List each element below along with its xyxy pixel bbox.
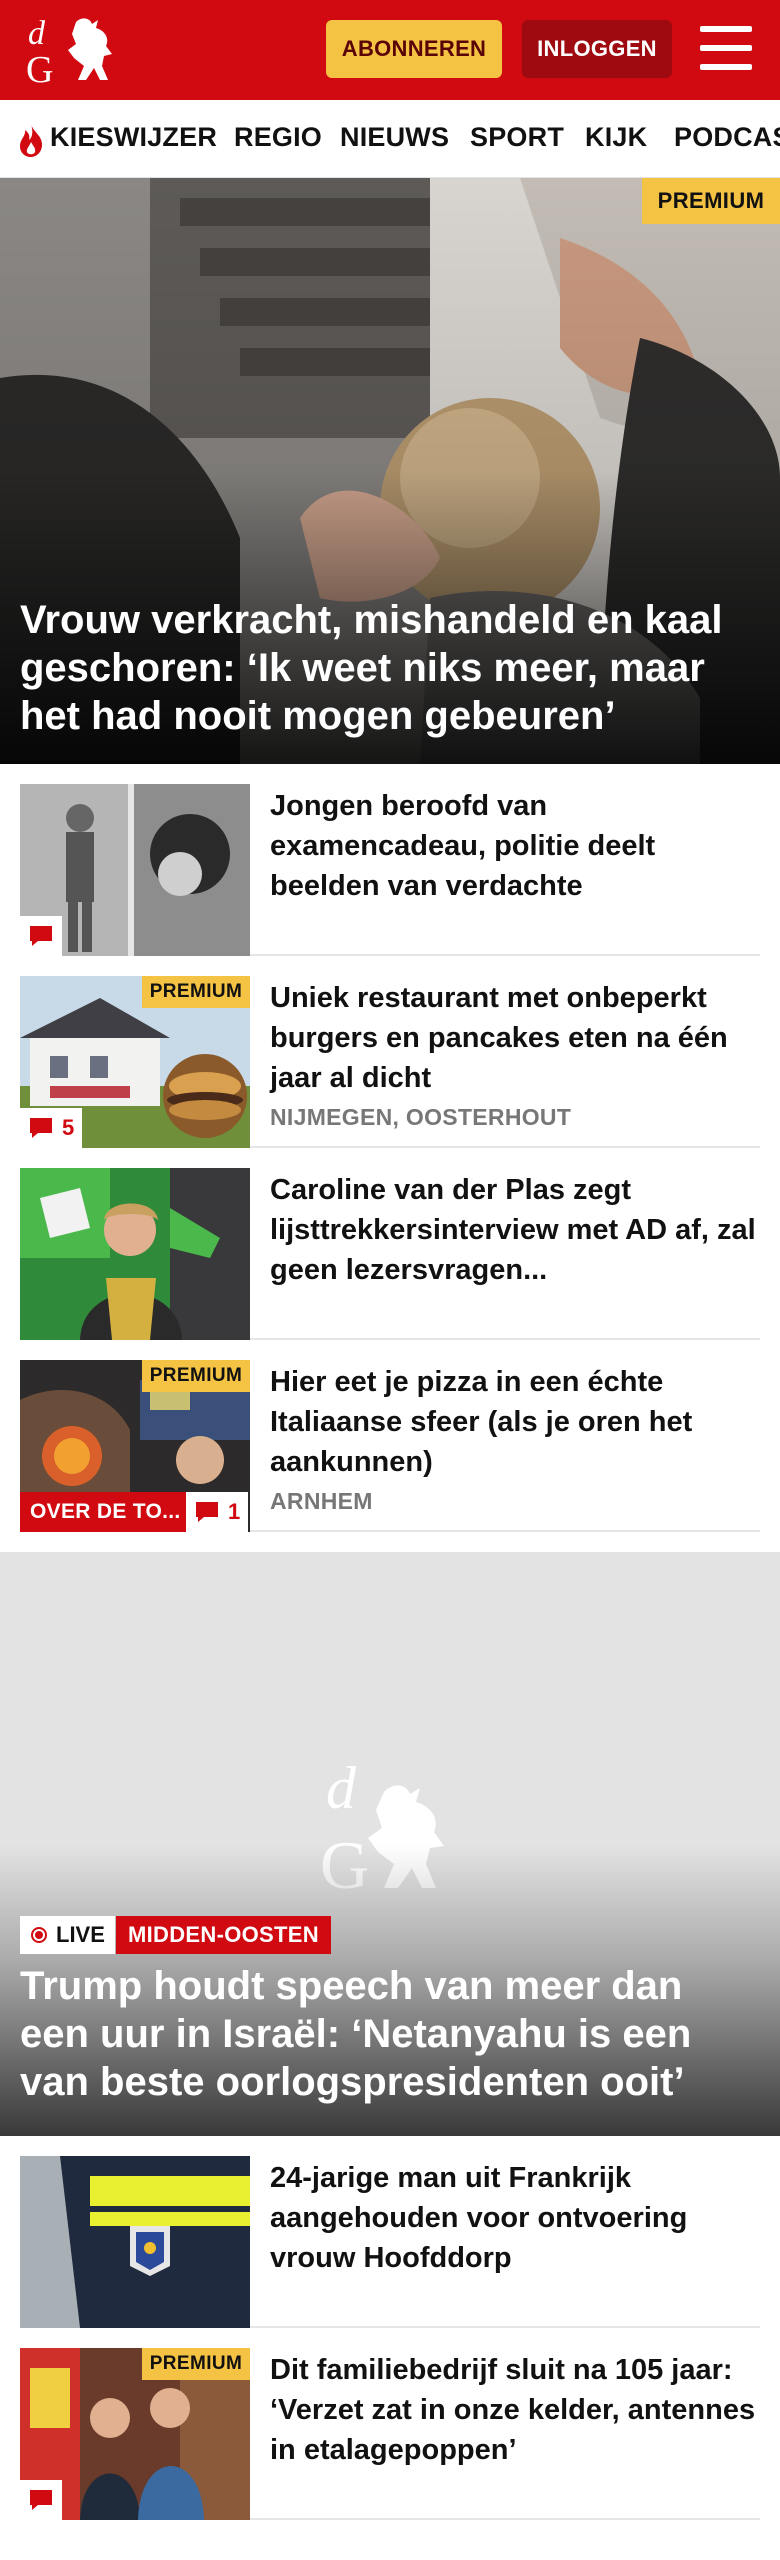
- article-thumbnail: [20, 1168, 250, 1340]
- site-logo[interactable]: d G: [24, 14, 120, 91]
- comment-count: [20, 2480, 62, 2520]
- series-tag: OVER DE TO...: [20, 1492, 186, 1532]
- article-location: NIJMEGEN, OOSTERHOUT: [270, 1104, 572, 1130]
- live-article[interactable]: d G LIVE MIDDEN-OOSTEN Trump houdt speec…: [0, 1552, 780, 2136]
- comment-icon: [196, 1502, 218, 1522]
- comment-icon: [30, 2490, 52, 2510]
- list-item[interactable]: Caroline van der Plas zegt lijsttrekkers…: [20, 1148, 760, 1340]
- live-dot-icon: [31, 1927, 47, 1943]
- flame-icon: [20, 124, 43, 157]
- subscribe-button[interactable]: ABONNEREN: [326, 20, 502, 78]
- premium-badge: PREMIUM: [142, 976, 250, 1008]
- article-title[interactable]: Uniek restaurant met onbeperkt burgers e…: [270, 978, 760, 1098]
- article-title[interactable]: Dit familiebedrijf sluit na 105 jaar: ‘V…: [270, 2350, 760, 2470]
- svg-text:G: G: [26, 49, 53, 88]
- hero-title[interactable]: Vrouw verkracht, mishandeld en kaal gesc…: [20, 596, 760, 740]
- list-item[interactable]: Jongen beroofd van examencadeau, politie…: [20, 764, 760, 956]
- article-title[interactable]: Jongen beroofd van examencadeau, politie…: [270, 786, 760, 906]
- list-item[interactable]: 24-jarige man uit Frankrijk aangehouden …: [20, 2136, 760, 2328]
- site-header: d G ABONNEREN INLOGGEN: [0, 0, 780, 100]
- svg-text:d: d: [28, 15, 46, 52]
- premium-badge: PREMIUM: [642, 178, 780, 224]
- hamburger-menu-icon[interactable]: [700, 26, 752, 70]
- comment-count: [20, 916, 62, 956]
- comment-count-value: 5: [62, 1115, 75, 1140]
- article-thumbnail: PREMIUM: [20, 2348, 250, 2520]
- hero-article[interactable]: PREMIUM Vrouw verkracht, mishandeld en k…: [0, 178, 780, 764]
- live-label: LIVE: [56, 1922, 105, 1947]
- premium-badge: PREMIUM: [142, 1360, 250, 1392]
- article-thumbnail: PREMIUM 5: [20, 976, 250, 1148]
- list-item[interactable]: PREMIUM Dit familiebedrijf sluit na 105 …: [20, 2328, 760, 2520]
- comment-icon: [30, 1118, 52, 1138]
- article-title[interactable]: Caroline van der Plas zegt lijsttrekkers…: [270, 1170, 760, 1290]
- article-thumbnail: [20, 784, 250, 956]
- article-location: ARNHEM: [270, 1488, 373, 1514]
- topic-tag[interactable]: MIDDEN-OOSTEN: [116, 1916, 331, 1954]
- comment-icon: [30, 926, 52, 946]
- comment-count: 5: [20, 1108, 83, 1148]
- live-indicator: LIVE: [20, 1916, 115, 1954]
- article-title[interactable]: Hier eet je pizza in een échte Italiaans…: [270, 1362, 760, 1482]
- premium-badge: PREMIUM: [142, 2348, 250, 2380]
- comment-count: 1: [186, 1492, 249, 1532]
- main-navigation: KIESWIJZER REGIO NIEUWS SPORT KIJK PODCA…: [0, 100, 780, 178]
- login-button[interactable]: INLOGGEN: [522, 20, 672, 78]
- list-item[interactable]: PREMIUM 5 Uniek restaurant met onbeperkt…: [20, 956, 760, 1148]
- nav-item-regio[interactable]: REGIO: [234, 122, 322, 153]
- comment-count-value: 1: [228, 1499, 241, 1524]
- nav-item-kijk[interactable]: KIJK: [585, 122, 647, 153]
- nav-item-kieswijzer[interactable]: KIESWIJZER: [50, 122, 217, 153]
- nav-item-nieuws[interactable]: NIEUWS: [340, 122, 449, 153]
- nav-item-podcast[interactable]: PODCAST: [674, 122, 780, 153]
- live-title[interactable]: Trump houdt speech van meer dan een uur …: [20, 1962, 760, 2106]
- article-thumbnail: PREMIUM OVER DE TO... 1: [20, 1360, 250, 1532]
- article-thumbnail: [20, 2156, 250, 2328]
- nav-item-sport[interactable]: SPORT: [470, 122, 564, 153]
- article-title[interactable]: 24-jarige man uit Frankrijk aangehouden …: [270, 2158, 760, 2278]
- list-item[interactable]: PREMIUM OVER DE TO... 1 Hier eet je pizz…: [20, 1340, 760, 1532]
